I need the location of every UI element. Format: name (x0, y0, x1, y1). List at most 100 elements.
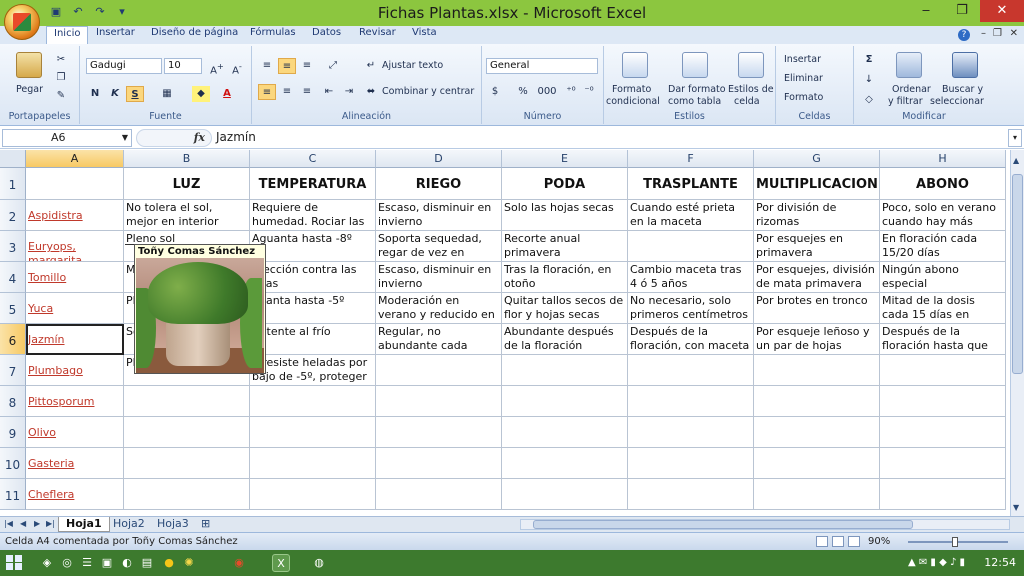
column-header[interactable]: D (376, 150, 502, 168)
autosum-icon[interactable]: Σ (860, 52, 878, 68)
data-cell[interactable]: Abundante después de la floración (502, 324, 628, 355)
data-cell[interactable] (250, 479, 376, 510)
find-label-1[interactable]: Buscar y (942, 84, 983, 95)
taskbar-app-9-icon[interactable]: ◍ (310, 554, 328, 572)
column-header[interactable]: H (880, 150, 1006, 168)
row-header[interactable]: 10 (0, 448, 26, 479)
data-cell[interactable]: Por división de rizomas (754, 200, 880, 231)
data-cell[interactable] (754, 386, 880, 417)
plant-name-cell[interactable]: Pittosporum (26, 386, 124, 417)
tray-icons[interactable]: ▲ ✉ ▮ ◆ ♪ ▮ (908, 557, 965, 568)
plant-name-cell[interactable]: Cheflera (26, 479, 124, 510)
data-cell[interactable]: Escaso, disminuir en invierno (376, 262, 502, 293)
data-cell[interactable]: En floración cada 15/20 días (880, 231, 1006, 262)
row-header[interactable]: 5 (0, 293, 26, 324)
taskbar-app-6-icon[interactable]: ▤ (138, 554, 156, 572)
tab-vista[interactable]: Vista (412, 27, 437, 38)
data-cell[interactable]: Tras la floración, en otoño (502, 262, 628, 293)
plant-name-cell[interactable]: Gasteria (26, 448, 124, 479)
font-color-icon[interactable]: A (218, 86, 236, 102)
column-header[interactable]: G (754, 150, 880, 168)
table-format-label-2[interactable]: como tabla (668, 96, 721, 107)
data-cell[interactable]: sistente al frío (250, 324, 376, 355)
tab-inicio[interactable]: Inicio (46, 26, 89, 44)
header-cell[interactable]: TRASPLANTE (628, 168, 754, 200)
data-cell[interactable] (250, 417, 376, 448)
data-cell[interactable]: Poco, solo en verano cuando hay más rieg… (880, 200, 1006, 231)
data-cell[interactable] (376, 417, 502, 448)
sort-label-1[interactable]: Ordenar (892, 84, 931, 95)
data-cell[interactable]: Después de la floración hasta que llega … (880, 324, 1006, 355)
taskbar-app-3-icon[interactable]: ☰ (78, 554, 96, 572)
last-sheet-icon[interactable]: ▶| (46, 519, 55, 528)
delete-cells-button[interactable]: Eliminar (784, 73, 823, 84)
data-cell[interactable]: Quitar tallos secos de flor y hojas seca… (502, 293, 628, 324)
data-cell[interactable] (376, 448, 502, 479)
help-icon[interactable]: ? (958, 29, 970, 41)
data-cell[interactable]: Requiere de humedad. Rociar las hojas (250, 200, 376, 231)
column-header[interactable]: C (250, 150, 376, 168)
row-header[interactable]: 6 (0, 324, 26, 355)
data-cell[interactable]: Después de la floración, con maceta pequ… (628, 324, 754, 355)
header-cell[interactable]: PODA (502, 168, 628, 200)
name-box[interactable]: A6 ▼ (2, 129, 132, 147)
page-layout-view-icon[interactable] (832, 536, 844, 547)
data-cell[interactable]: Mitad de la dosis cada 15 días en verano (880, 293, 1006, 324)
row-header[interactable]: 1 (0, 168, 26, 200)
chrome-icon[interactable]: ◉ (230, 554, 248, 572)
data-cell[interactable] (880, 386, 1006, 417)
data-cell[interactable] (502, 479, 628, 510)
data-cell[interactable] (502, 386, 628, 417)
grow-font-icon[interactable]: A+ (208, 58, 226, 76)
row-header[interactable]: 3 (0, 231, 26, 262)
data-cell[interactable] (124, 448, 250, 479)
cell-styles-label-1[interactable]: Estilos de (728, 84, 774, 95)
data-cell[interactable]: No tolera el sol, mejor en interior (124, 200, 250, 231)
column-header[interactable]: E (502, 150, 628, 168)
taskbar-app-5-icon[interactable]: ◐ (118, 554, 136, 572)
expand-formula-icon[interactable]: ▾ (1008, 129, 1022, 147)
data-cell[interactable] (250, 448, 376, 479)
excel-taskbar-icon[interactable]: X (272, 554, 290, 572)
data-cell[interactable] (376, 479, 502, 510)
taskbar-app-2-icon[interactable]: ◎ (58, 554, 76, 572)
data-cell[interactable]: Recorte anual primavera (502, 231, 628, 262)
data-cell[interactable]: Soporta sequedad, regar de vez en cuando (376, 231, 502, 262)
table-format-label-1[interactable]: Dar formato (668, 84, 726, 95)
data-cell[interactable]: Ningún abono especial (880, 262, 1006, 293)
currency-icon[interactable]: $ (486, 84, 504, 100)
clear-icon[interactable]: ◇ (860, 92, 878, 108)
scroll-down-icon[interactable]: ▼ (1013, 503, 1019, 512)
data-cell[interactable]: Escaso, disminuir en invierno (376, 200, 502, 231)
horizontal-scroll-thumb[interactable] (533, 520, 913, 529)
row-header[interactable]: 11 (0, 479, 26, 510)
plant-name-cell[interactable]: Aspidistra (26, 200, 124, 231)
data-cell[interactable] (754, 355, 880, 386)
ribbon-restore-icon[interactable]: ❐ (993, 28, 1002, 39)
align-top-icon[interactable]: ≡ (258, 58, 276, 74)
data-cell[interactable] (502, 355, 628, 386)
ribbon-close-icon[interactable]: ✕ (1010, 28, 1018, 39)
font-size-box[interactable]: 10 (164, 58, 202, 74)
row-header[interactable]: 4 (0, 262, 26, 293)
header-cell[interactable]: TEMPERATURA (250, 168, 376, 200)
data-cell[interactable]: o resiste heladas por bajo de -5º, prote… (250, 355, 376, 386)
plant-name-cell[interactable]: Plumbago (26, 355, 124, 386)
taskbar-app-4-icon[interactable]: ▣ (98, 554, 116, 572)
data-cell[interactable]: Solo las hojas secas (502, 200, 628, 231)
plant-name-cell[interactable]: Tomillo (26, 262, 124, 293)
insert-cells-button[interactable]: Insertar (784, 54, 821, 65)
prev-sheet-icon[interactable]: ◀ (20, 519, 26, 528)
data-cell[interactable] (376, 386, 502, 417)
zoom-slider[interactable] (908, 537, 1008, 547)
restore-button[interactable]: ❐ (944, 0, 980, 22)
data-cell[interactable] (880, 479, 1006, 510)
taskbar-app-1-icon[interactable]: ◈ (38, 554, 56, 572)
data-cell[interactable] (376, 355, 502, 386)
underline-button[interactable]: S (126, 86, 144, 102)
data-cell[interactable]: guanta hasta -5º (250, 293, 376, 324)
tab-diseno-pagina[interactable]: Diseño de página (151, 27, 238, 38)
vertical-scroll-thumb[interactable] (1012, 174, 1023, 374)
data-cell[interactable] (754, 417, 880, 448)
align-left-icon[interactable]: ≡ (258, 84, 276, 100)
